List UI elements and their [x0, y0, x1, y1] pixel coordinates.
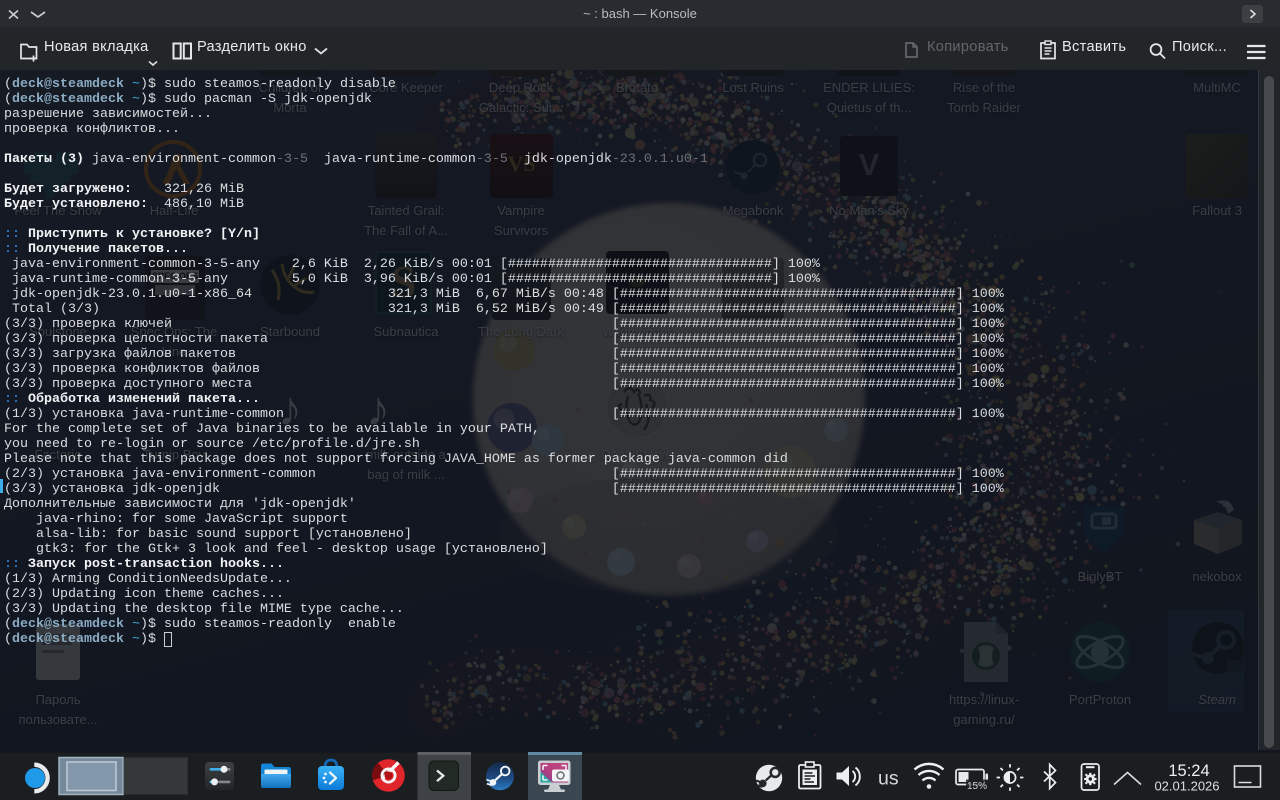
svg-text:02.01.2026: 02.01.2026: [1154, 779, 1219, 794]
svg-text:15%: 15%: [967, 781, 987, 792]
svg-text:us: us: [878, 768, 899, 790]
svg-text:15:24: 15:24: [1168, 762, 1209, 780]
